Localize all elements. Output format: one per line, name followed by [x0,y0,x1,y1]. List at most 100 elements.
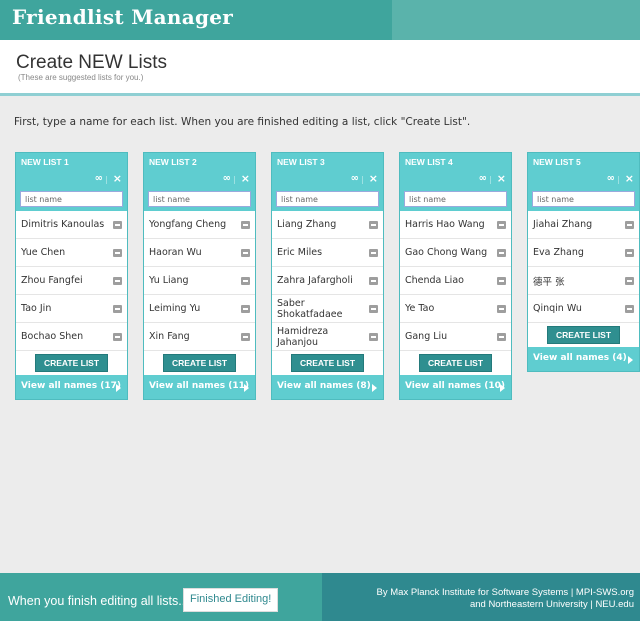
icon-separator: | [233,175,236,184]
member-name: Bochao Shen [21,331,84,342]
member-name: Ye Tao [405,303,435,314]
list-title: NEW LIST 5 [533,157,581,167]
remove-member-icon[interactable] [369,248,378,257]
chevron-right-icon [116,384,121,392]
list-name-input[interactable]: list name [404,191,507,207]
member-name: Haoran Wu [149,247,202,258]
member-name: Tao Jin [21,303,52,314]
view-all-label: View all names (4) [533,353,627,363]
remove-member-icon[interactable] [241,276,250,285]
list-header: NEW LIST 1 ∞ | × [16,153,127,191]
list-item: Gao Chong Wang [400,239,511,267]
member-name: Jiahai Zhang [533,219,593,230]
view-all-names-link[interactable]: View all names (17) [16,375,127,399]
credit-line-2[interactable]: and Northeastern University | NEU.edu [377,599,634,611]
remove-member-icon[interactable] [625,248,634,257]
remove-member-icon[interactable] [369,332,378,341]
remove-member-icon[interactable] [497,304,506,313]
remove-member-icon[interactable] [113,276,122,285]
remove-member-icon[interactable] [497,332,506,341]
close-icon[interactable]: × [369,172,378,185]
chevron-right-icon [244,384,249,392]
instructions-text: First, type a name for each list. When y… [14,116,471,128]
merge-icon[interactable]: ∞ [351,173,359,184]
list-item: Bochao Shen [16,323,127,351]
list-card-5: NEW LIST 5 ∞ | × list name Jiahai Zhang … [527,152,640,372]
list-name-input[interactable]: list name [532,191,635,207]
close-icon[interactable]: × [497,172,506,185]
remove-member-icon[interactable] [241,248,250,257]
create-list-button[interactable]: CREATE LIST [418,354,493,372]
chevron-right-icon [500,384,505,392]
remove-member-icon[interactable] [625,276,634,285]
page-subtitle: (These are suggested lists for you.) [18,73,144,82]
list-header: NEW LIST 2 ∞ | × [144,153,255,191]
remove-member-icon[interactable] [369,304,378,313]
close-icon[interactable]: × [241,172,250,185]
list-item: Zhou Fangfei [16,267,127,295]
member-name: Yu Liang [149,275,189,286]
merge-icon[interactable]: ∞ [95,173,103,184]
remove-member-icon[interactable] [113,332,122,341]
list-item: Chenda Liao [400,267,511,295]
remove-member-icon[interactable] [369,220,378,229]
list-item: Xin Fang [144,323,255,351]
view-all-names-link[interactable]: View all names (11) [144,375,255,399]
member-name: Yongfang Cheng [149,219,227,230]
remove-member-icon[interactable] [497,276,506,285]
list-item: Tao Jin [16,295,127,323]
remove-member-icon[interactable] [625,304,634,313]
remove-member-icon[interactable] [241,220,250,229]
merge-icon[interactable]: ∞ [223,173,231,184]
finished-editing-button[interactable]: Finished Editing! [183,588,279,612]
view-all-names-link[interactable]: View all names (10) [400,375,511,399]
member-name: Harris Hao Wang [405,219,485,230]
remove-member-icon[interactable] [241,332,250,341]
remove-member-icon[interactable] [369,276,378,285]
remove-member-icon[interactable] [625,220,634,229]
remove-member-icon[interactable] [497,248,506,257]
list-item: Yu Liang [144,267,255,295]
page-header: Create NEW Lists (These are suggested li… [0,40,640,96]
member-name: Zhou Fangfei [21,275,83,286]
close-icon[interactable]: × [113,172,122,185]
close-icon[interactable]: × [625,172,634,185]
list-name-input[interactable]: list name [20,191,123,207]
remove-member-icon[interactable] [113,304,122,313]
list-card-1: NEW LIST 1 ∞ | × list name Dimitris Kano… [15,152,128,400]
view-all-label: View all names (10) [405,381,506,391]
list-item: Jiahai Zhang [528,211,639,239]
list-card-3: NEW LIST 3 ∞ | × list name Liang Zhang E… [271,152,384,400]
member-list: Liang Zhang Eric Miles Zahra Jafargholi … [272,211,383,351]
remove-member-icon[interactable] [497,220,506,229]
member-name: Qinqin Wu [533,303,582,314]
member-name: Gang Liu [405,331,448,342]
list-item: Liang Zhang [272,211,383,239]
list-title: NEW LIST 2 [149,157,197,167]
list-name-input[interactable]: list name [148,191,251,207]
view-all-label: View all names (17) [21,381,122,391]
create-list-button[interactable]: CREATE LIST [34,354,109,372]
create-list-area: CREATE LIST [400,351,511,375]
list-title: NEW LIST 4 [405,157,453,167]
member-list: Yongfang Cheng Haoran Wu Yu Liang Leimin… [144,211,255,351]
app-title-bar: Friendlist Manager [0,0,640,40]
list-card-4: NEW LIST 4 ∞ | × list name Harris Hao Wa… [399,152,512,400]
merge-icon[interactable]: ∞ [479,173,487,184]
create-list-button[interactable]: CREATE LIST [546,326,621,344]
remove-member-icon[interactable] [113,248,122,257]
create-list-button[interactable]: CREATE LIST [290,354,365,372]
merge-icon[interactable]: ∞ [607,173,615,184]
create-list-area: CREATE LIST [144,351,255,375]
list-item: Haoran Wu [144,239,255,267]
create-list-button[interactable]: CREATE LIST [162,354,237,372]
credit-line-1[interactable]: By Max Planck Institute for Software Sys… [377,587,634,599]
view-all-names-link[interactable]: View all names (8) [272,375,383,399]
remove-member-icon[interactable] [241,304,250,313]
list-item: Zahra Jafargholi [272,267,383,295]
list-item: Yongfang Cheng [144,211,255,239]
member-name: Dimitris Kanoulas [21,219,105,230]
view-all-names-link[interactable]: View all names (4) [528,347,639,371]
remove-member-icon[interactable] [113,220,122,229]
list-name-input[interactable]: list name [276,191,379,207]
